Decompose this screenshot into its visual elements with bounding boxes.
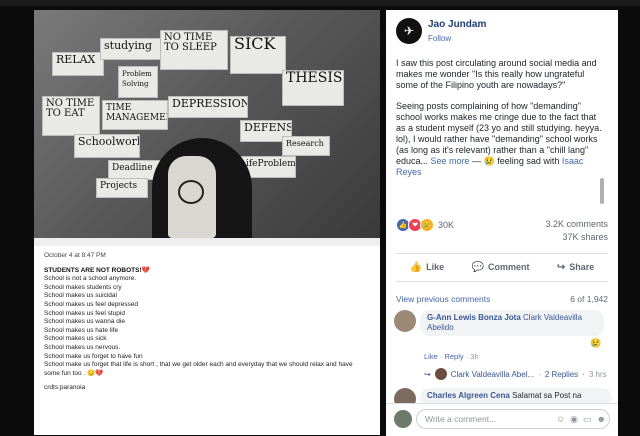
write-comment-bar: Write a comment... ☺ ◉ ▭ ☻	[386, 403, 618, 436]
like-button[interactable]: 👍 Like	[410, 262, 444, 273]
commenter-avatar[interactable]	[394, 310, 416, 332]
caption-line: School makes students cry	[44, 283, 122, 291]
note-depression: DEPRESSION	[168, 96, 248, 118]
comment-button[interactable]: 💬 Comment	[472, 262, 530, 273]
comment-time: 3h	[470, 352, 479, 361]
follow-link[interactable]: Follow	[428, 34, 451, 43]
divider	[396, 253, 608, 254]
comment-reply-link[interactable]: Reply	[444, 352, 463, 361]
caption-line: School makes us feel depressed	[44, 300, 138, 308]
author-name[interactable]: Jao Jundam	[428, 19, 486, 30]
note-no-time-to-sleep: NO TIME TO SLEEP	[160, 30, 228, 70]
note-projects: Projects	[96, 178, 148, 198]
caption-credits: crdts:paranoia	[44, 384, 86, 392]
comment-input-icons: ☺ ◉ ▭ ☻	[556, 414, 606, 425]
comment-bubble: G-Ann Lewis Bonza Jota Clark Valdeavilla…	[420, 310, 604, 336]
note-relax: RELAX	[52, 52, 104, 76]
post-paragraph-1: I saw this post circulating around socia…	[396, 58, 597, 90]
thumbs-up-icon: 👍	[409, 261, 423, 273]
reply-avatar	[434, 368, 447, 380]
camera-icon[interactable]: ◉	[570, 414, 578, 425]
note-no-time-to-eat: NO TIME TO EAT	[42, 96, 100, 136]
comments-count[interactable]: 3.2K comments	[545, 218, 608, 231]
comment-author[interactable]: Charles Algreen Cena	[427, 391, 510, 400]
post-photo[interactable]: RELAX studying NO TIME TO SLEEP SICK THE…	[34, 10, 380, 238]
see-more-link[interactable]: See more	[431, 156, 470, 166]
comment-input-placeholder: Write a comment...	[425, 414, 497, 424]
shares-count[interactable]: 37K shares	[545, 231, 608, 244]
comment-like-link[interactable]: Like	[424, 352, 438, 361]
share-label: Share	[569, 262, 595, 272]
caption-line: School makes us sick	[44, 335, 107, 343]
note-schoolworks: Schoolworks	[74, 134, 140, 158]
caption-line: School makes us feel stupid	[44, 309, 125, 317]
post-side-panel: ✈ Jao Jundam Follow I saw this post circ…	[386, 10, 618, 436]
browser-top-strip	[0, 0, 640, 6]
caption-line: School makes us suicidal	[44, 292, 117, 300]
post-actions: 👍 Like 💬 Comment ↪ Share	[396, 256, 608, 278]
comment-author[interactable]: G-Ann Lewis Bonza Jota	[427, 313, 521, 322]
replies-row[interactable]: ↪ Clark Valdeavilla Abel... · 2 Replies …	[424, 368, 607, 380]
emoji-icon[interactable]: ☺	[556, 414, 565, 425]
caption-line: School is not a school anymore.	[44, 275, 137, 283]
note-research: Research	[282, 136, 330, 156]
comment-text: Salamat sa Post na	[512, 391, 582, 400]
share-icon: ↪	[556, 261, 566, 273]
text-scrollbar[interactable]	[600, 178, 604, 204]
share-button[interactable]: ↪ Share	[557, 262, 594, 273]
caption-line: School makes us wanna die	[44, 318, 125, 326]
frown-face-drawing	[178, 180, 204, 204]
reply-count: 2 Replies	[544, 369, 579, 379]
note-thesis: THESIS	[282, 70, 344, 106]
caption-date: October 4 at 8:47 PM	[44, 252, 106, 259]
view-previous-comments-link[interactable]: View previous comments	[396, 294, 490, 304]
reply-time: 3 hrs	[588, 369, 607, 379]
comment-meta: Like · Reply · 3h	[424, 352, 479, 361]
post-stats: 3.2K comments 37K shares	[545, 218, 608, 244]
caption-line: School make us forget to have fun	[44, 352, 143, 360]
caption-line: STUDENTS ARE NOT ROBOTS!💔	[44, 266, 150, 274]
photo-caption: October 4 at 8:47 PM STUDENTS ARE NOT RO…	[34, 238, 380, 435]
reply-arrow-icon: ↪	[424, 369, 431, 379]
note-problem-solving: Problem Solving	[118, 66, 158, 98]
avatar-logo-icon: ✈	[403, 24, 415, 38]
reaction-count: 30K	[438, 220, 455, 230]
author-avatar[interactable]: ✈	[396, 18, 422, 44]
reaction-summary[interactable]: 👍 ❤ 😢 30K	[396, 218, 454, 232]
caption-line: School make us forget that life is short…	[44, 361, 353, 377]
comment-icon: 💬	[471, 261, 484, 273]
note-studying: studying	[100, 38, 162, 60]
comments-position: 6 of 1,942	[570, 294, 608, 304]
gif-icon[interactable]: ▭	[583, 414, 592, 425]
comment-sad-reaction-icon: 😢	[590, 338, 602, 348]
sad-reaction-icon: 😢	[420, 218, 434, 232]
note-time-management: TIME MANAGEMENT	[102, 100, 168, 130]
photo-panel: RELAX studying NO TIME TO SLEEP SICK THE…	[34, 10, 380, 435]
user-avatar	[394, 410, 412, 428]
sticker-icon[interactable]: ☻	[597, 414, 606, 425]
post-paragraph-2: Seeing posts complaining of how "demandi…	[396, 101, 606, 178]
feeling-text: — 😢 feeling sad with	[472, 156, 560, 166]
caption-line: School makes us nervous.	[44, 343, 121, 351]
like-label: Like	[426, 262, 445, 272]
comment-label: Comment	[487, 262, 530, 272]
comments-area: View previous comments 6 of 1,942 G-Ann …	[386, 288, 618, 410]
post-text: I saw this post circulating around socia…	[396, 58, 606, 188]
divider	[396, 281, 608, 282]
note-sick: SICK	[230, 36, 286, 74]
caption-line: School makes us hate life	[44, 326, 119, 334]
reply-author: Clark Valdeavilla Abel...	[450, 369, 535, 379]
